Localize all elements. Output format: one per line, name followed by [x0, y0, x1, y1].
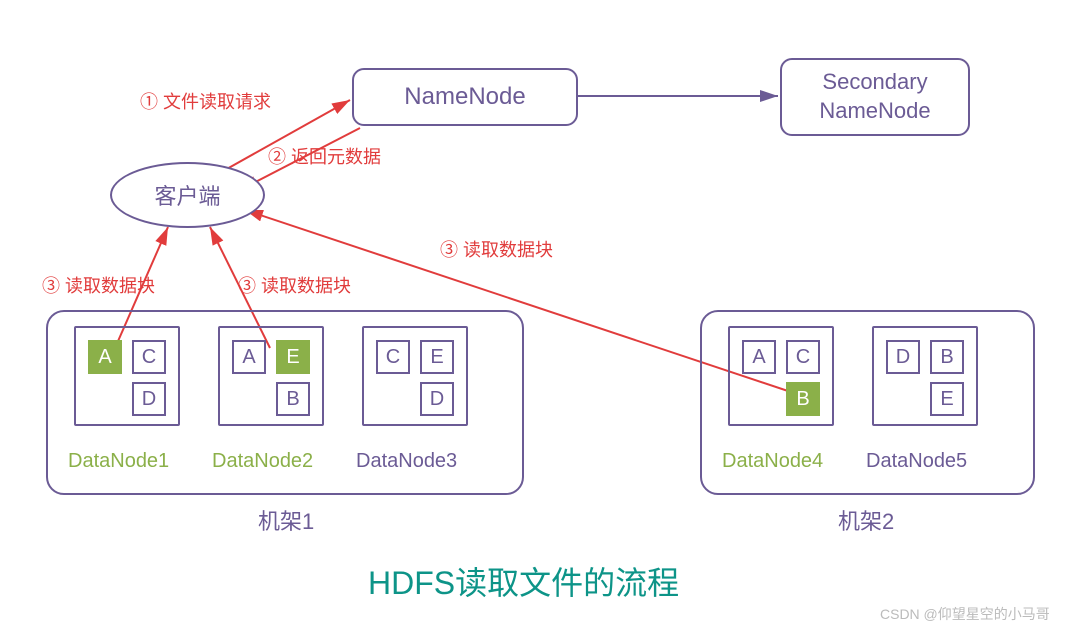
datanode2-box: A E B — [218, 326, 324, 426]
dn2-block-e: E — [276, 340, 310, 374]
label-read-1: ③ 读取数据块 — [42, 272, 155, 298]
rack1-label: 机架1 — [258, 504, 314, 536]
dn5-block-d: D — [886, 340, 920, 374]
secondary-label: Secondary NameNode — [819, 68, 930, 125]
label-read-2: ③ 读取数据块 — [238, 272, 351, 298]
dn4-block-b: B — [786, 382, 820, 416]
rack2-label: 机架2 — [838, 504, 894, 536]
client-label: 客户端 — [154, 179, 220, 211]
dn5-block-e: E — [930, 382, 964, 416]
dn1-block-c: C — [132, 340, 166, 374]
dn4-block-c: C — [786, 340, 820, 374]
dn2-label: DataNode2 — [212, 450, 313, 473]
dn1-label: DataNode1 — [68, 450, 169, 473]
secondary-namenode-box: Secondary NameNode — [780, 58, 970, 136]
dn1-block-a: A — [88, 340, 122, 374]
dn2-block-b: B — [276, 382, 310, 416]
dn4-label: DataNode4 — [722, 450, 823, 473]
dn3-block-e: E — [420, 340, 454, 374]
label-return: ② 返回元数据 — [268, 143, 381, 169]
namenode-box: NameNode — [352, 68, 578, 126]
dn4-block-a: A — [742, 340, 776, 374]
dn1-block-d: D — [132, 382, 166, 416]
dn5-block-b: B — [930, 340, 964, 374]
label-request: ① 文件读取请求 — [140, 88, 271, 114]
dn3-block-d: D — [420, 382, 454, 416]
diagram-title: HDFS读取文件的流程 — [368, 558, 679, 604]
datanode3-box: C E D — [362, 326, 468, 426]
dn3-label: DataNode3 — [356, 450, 457, 473]
client-ellipse: 客户端 — [110, 162, 265, 228]
datanode1-box: A C D — [74, 326, 180, 426]
dn3-block-c: C — [376, 340, 410, 374]
datanode4-box: A C B — [728, 326, 834, 426]
watermark: CSDN @仰望星空的小马哥 — [880, 604, 1050, 624]
dn5-label: DataNode5 — [866, 450, 967, 473]
dn2-block-a: A — [232, 340, 266, 374]
namenode-label: NameNode — [404, 81, 525, 112]
datanode5-box: D B E — [872, 326, 978, 426]
label-read-3: ③ 读取数据块 — [440, 236, 553, 262]
